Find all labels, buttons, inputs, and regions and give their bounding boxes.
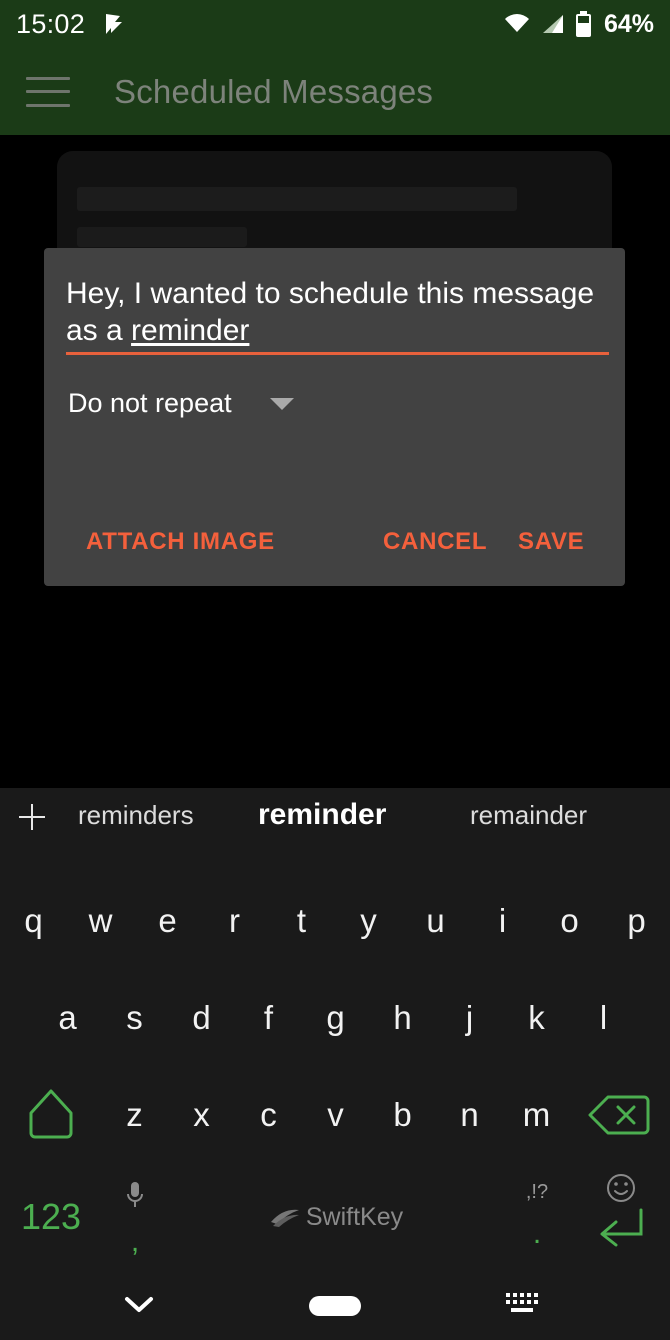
enter-key[interactable] [578, 1163, 664, 1271]
status-bar: 15:02 64% [0, 0, 670, 48]
key-c[interactable]: c [235, 1066, 302, 1163]
key-x[interactable]: x [168, 1066, 235, 1163]
card-text-line [77, 187, 517, 211]
key-e[interactable]: e [134, 872, 201, 969]
key-r[interactable]: r [201, 872, 268, 969]
composing-word: reminder [131, 313, 250, 347]
keyboard-row-3: z x c v b n m [0, 1066, 670, 1163]
space-key[interactable]: SwiftKey [176, 1163, 496, 1271]
comma-key-label: , [130, 1225, 140, 1258]
page-title: Scheduled Messages [114, 72, 434, 110]
save-button[interactable]: SAVE [518, 528, 584, 556]
status-clock: 15:02 [16, 8, 86, 39]
suggestion-item[interactable]: remainder [470, 800, 587, 831]
keyboard-switch-icon [506, 1292, 538, 1312]
chevron-down-icon [269, 397, 294, 410]
message-input-text: Hey, I wanted to schedule this message a… [66, 276, 609, 349]
message-input-field[interactable]: Hey, I wanted to schedule this message a… [66, 276, 609, 349]
shift-key-icon[interactable] [8, 1066, 94, 1163]
repeat-spinner[interactable]: Do not repeat [68, 388, 294, 419]
key-n[interactable]: n [436, 1066, 503, 1163]
key-u[interactable]: u [402, 872, 469, 969]
key-s[interactable]: s [101, 969, 168, 1066]
battery-icon [575, 11, 591, 37]
key-f[interactable]: f [235, 969, 302, 1066]
key-o[interactable]: o [536, 872, 603, 969]
navigation-bar [0, 1272, 670, 1340]
switch-keyboard-button[interactable] [505, 1291, 539, 1322]
keyboard-row-2: a s d f g h j k l [0, 969, 670, 1066]
status-notification-icons [101, 11, 127, 37]
notification-flag-icon [106, 14, 123, 34]
period-key-sublabel: ,!? [525, 1181, 549, 1203]
key-l[interactable]: l [570, 969, 637, 1066]
key-d[interactable]: d [168, 969, 235, 1066]
swiftkey-keyboard: reminders reminder remainder q w e r t y… [0, 788, 670, 1272]
key-p[interactable]: p [603, 872, 670, 969]
key-m[interactable]: m [503, 1066, 570, 1163]
key-g[interactable]: g [302, 969, 369, 1066]
repeat-spinner-value: Do not repeat [68, 388, 232, 418]
battery-percent-label: 64% [603, 9, 654, 38]
suggestion-item-primary[interactable]: reminder [258, 798, 386, 832]
backspace-glyph [588, 1095, 650, 1134]
comma-key[interactable]: , [96, 1163, 174, 1271]
key-t[interactable]: t [268, 872, 335, 969]
key-a[interactable]: a [34, 969, 101, 1066]
wifi-icon [504, 14, 529, 32]
attach-image-button[interactable]: ATTACH IMAGE [86, 528, 275, 556]
schedule-message-dialog: Hey, I wanted to schedule this message a… [44, 248, 625, 586]
suggestion-strip: reminders reminder remainder [0, 788, 670, 872]
microphone-icon [125, 1181, 145, 1216]
enter-return-icon [596, 1207, 646, 1252]
swiftkey-logo-icon [270, 1209, 299, 1227]
key-y[interactable]: y [335, 872, 402, 969]
shift-glyph [29, 1089, 73, 1138]
swiftkey-label: SwiftKey [305, 1202, 404, 1231]
hide-keyboard-button[interactable] [122, 1292, 156, 1321]
home-pill-icon[interactable] [309, 1296, 361, 1316]
emoji-smiley-icon[interactable] [606, 1173, 636, 1208]
key-b[interactable]: b [369, 1066, 436, 1163]
numeric-mode-key[interactable]: 123 [8, 1163, 94, 1271]
period-key[interactable]: ,!? . [498, 1163, 576, 1271]
input-underline [66, 352, 609, 355]
cancel-button[interactable]: CANCEL [383, 528, 487, 556]
app-bar: Scheduled Messages [0, 48, 670, 135]
key-j[interactable]: j [436, 969, 503, 1066]
card-subtext-line [77, 227, 247, 247]
signal-icon [542, 15, 563, 33]
suggestion-item[interactable]: reminders [78, 800, 194, 831]
backspace-key-icon[interactable] [576, 1066, 662, 1163]
period-key-label: . [532, 1217, 542, 1250]
key-q[interactable]: q [0, 872, 67, 969]
plus-icon[interactable] [19, 804, 45, 830]
dialog-button-row: ATTACH IMAGE CANCEL SAVE [44, 520, 625, 564]
key-i[interactable]: i [469, 872, 536, 969]
key-v[interactable]: v [302, 1066, 369, 1163]
key-h[interactable]: h [369, 969, 436, 1066]
key-w[interactable]: w [67, 872, 134, 969]
keyboard-row-1: q w e r t y u i o p [0, 872, 670, 969]
android-screen: 15:02 64% Scheduled Messages Hey, I want… [0, 0, 670, 1340]
key-z[interactable]: z [101, 1066, 168, 1163]
key-k[interactable]: k [503, 969, 570, 1066]
status-system-icons: 64% [503, 10, 654, 39]
chevron-down-icon [125, 1296, 153, 1312]
swiftkey-brand: SwiftKey [269, 1203, 403, 1232]
hamburger-menu-icon[interactable] [26, 76, 70, 107]
keyboard-row-4: 123 , SwiftKey ,!? . [0, 1163, 670, 1271]
